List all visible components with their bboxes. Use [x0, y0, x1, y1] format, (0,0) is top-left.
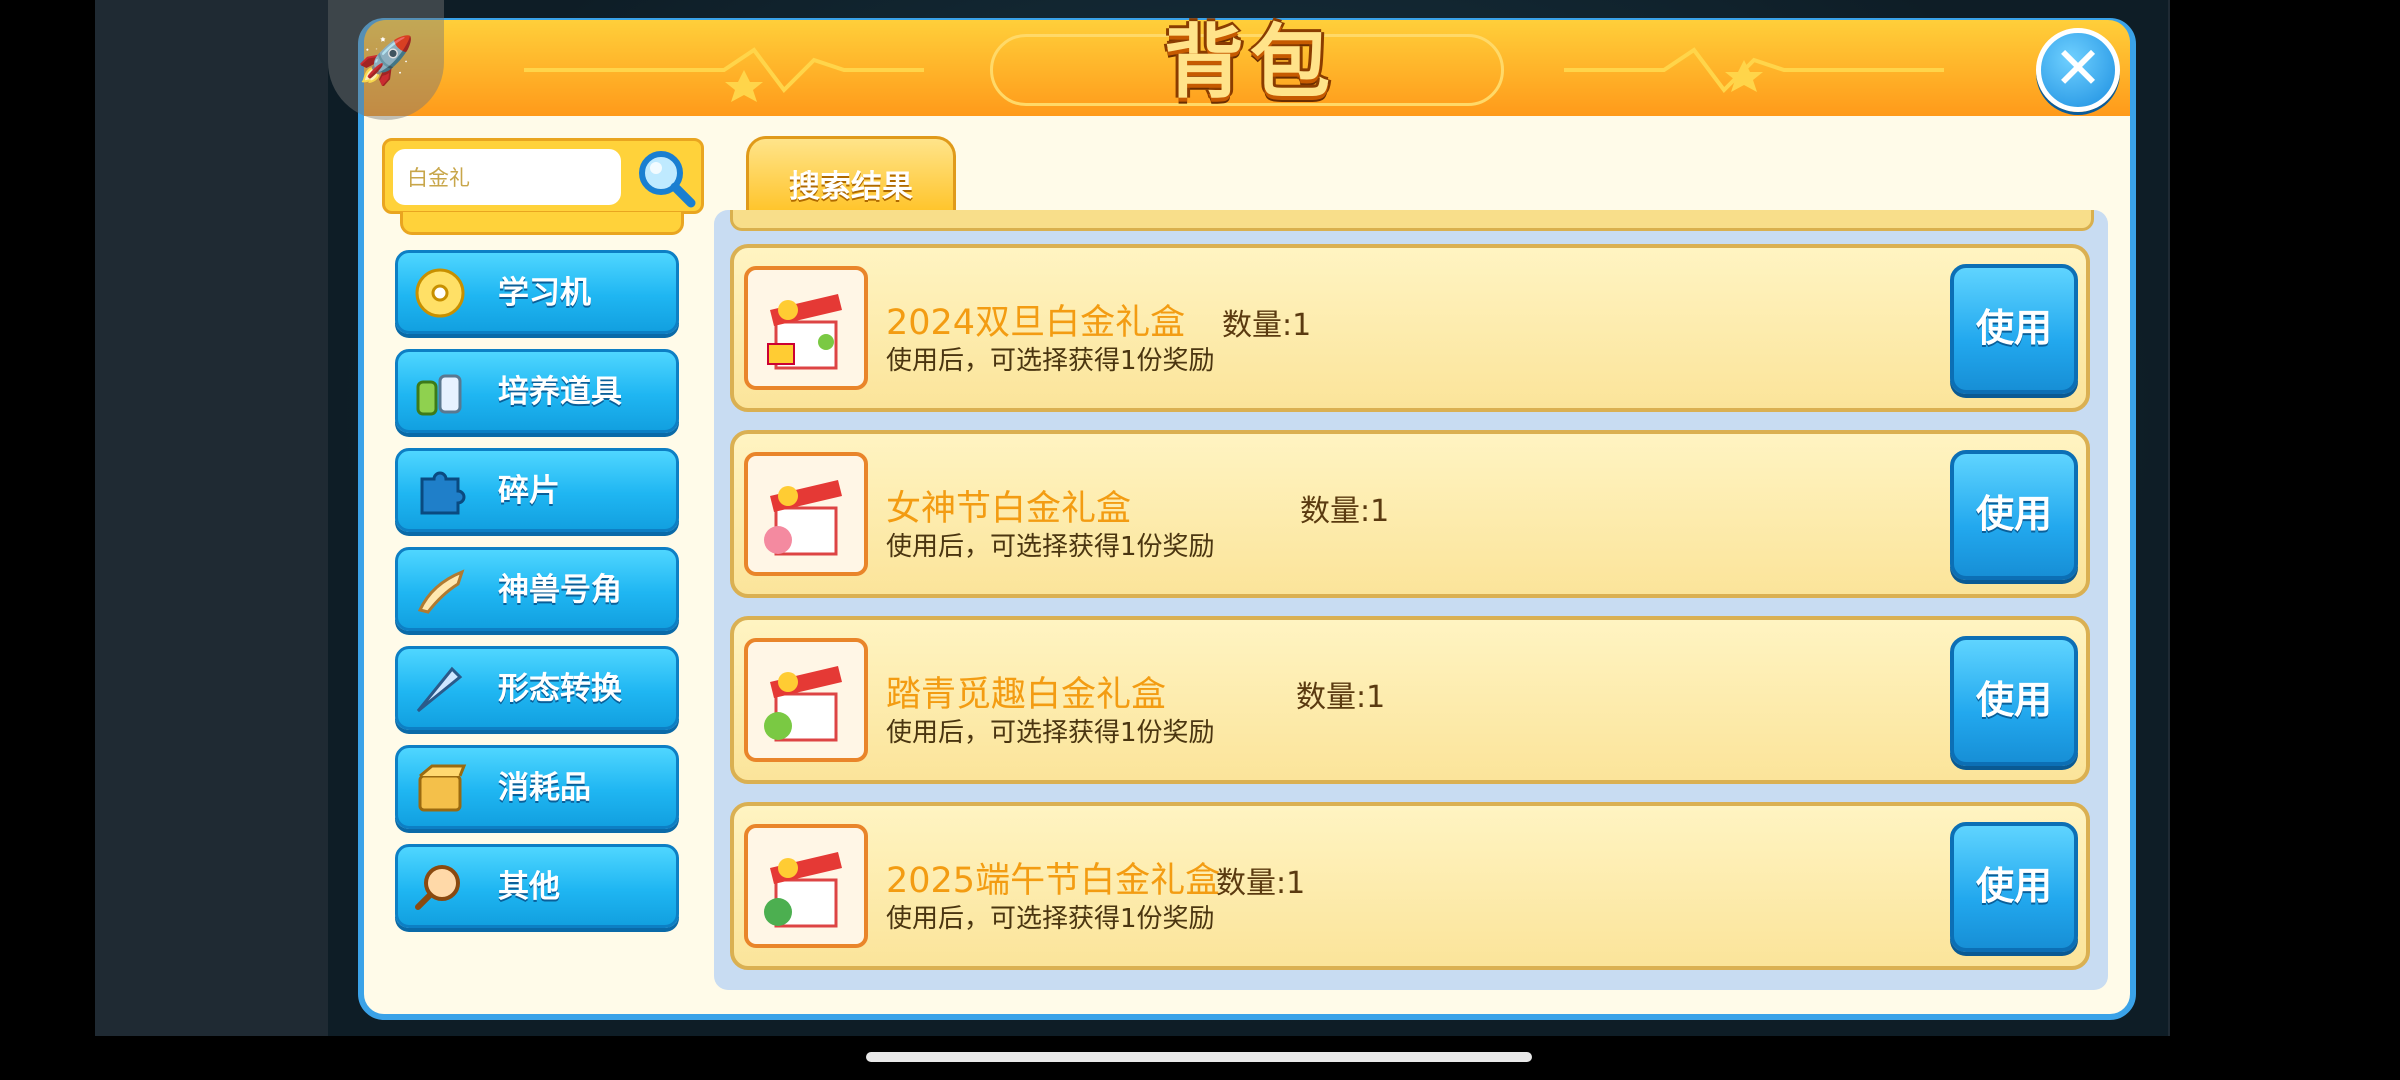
sidebar-item-label: 学习机	[498, 275, 591, 311]
search-icon[interactable]	[635, 147, 697, 209]
gift-box-icon	[744, 452, 868, 576]
sidebar-item-label: 形态转换	[498, 671, 622, 707]
sidebar-item-training-props[interactable]: 培养道具	[395, 349, 679, 433]
sidebar-item-fragments[interactable]: 碎片	[395, 448, 679, 532]
list-item-partial	[730, 210, 2094, 231]
puzzle-piece-icon	[420, 471, 466, 515]
item-description: 使用后，可选择获得1份奖励	[886, 904, 1215, 934]
item-name: 踏青觅趣白金礼盒	[886, 675, 1167, 715]
sidebar-item-form-change[interactable]: 形态转换	[395, 646, 679, 730]
list-item: 2024双旦白金礼盒 数量:1 使用后，可选择获得1份奖励 使用	[730, 244, 2090, 412]
item-name: 2025端午节白金礼盒	[886, 861, 1221, 901]
magnifier-icon	[415, 865, 460, 910]
tab-search-results[interactable]: 搜索结果	[746, 136, 956, 212]
item-quantity: 数量:1	[1216, 866, 1306, 901]
rocket-icon[interactable]: 🚀	[328, 0, 444, 120]
item-quantity: 数量:1	[1296, 680, 1386, 715]
use-button[interactable]: 使用	[1950, 822, 2078, 952]
list-item: 踏青觅趣白金礼盒 数量:1 使用后，可选择获得1份奖励 使用	[730, 616, 2090, 784]
item-description: 使用后，可选择获得1份奖励	[886, 718, 1215, 748]
list-item: 女神节白金礼盒 数量:1 使用后，可选择获得1份奖励 使用	[730, 430, 2090, 598]
list-item: 2025端午节白金礼盒 数量:1 使用后，可选择获得1份奖励 使用	[730, 802, 2090, 970]
sidebar-item-consumables[interactable]: 消耗品	[395, 745, 679, 829]
sidebar-item-label: 神兽号角	[498, 572, 622, 608]
item-quantity: 数量:1	[1222, 308, 1312, 343]
sidebar-item-label: 其他	[498, 869, 560, 905]
item-description: 使用后，可选择获得1份奖励	[886, 346, 1215, 376]
sidebar-item-study-machine[interactable]: 学习机	[395, 250, 679, 334]
home-indicator[interactable]	[866, 1052, 1532, 1062]
gift-box-icon	[744, 824, 868, 948]
item-name: 2024双旦白金礼盒	[886, 303, 1186, 343]
use-button[interactable]: 使用	[1950, 264, 2078, 394]
sidebar-item-label: 培养道具	[498, 374, 622, 410]
close-icon: ✕	[2053, 34, 2103, 102]
box-icon	[418, 764, 467, 812]
search-bar	[382, 138, 704, 214]
sidebar-item-label: 消耗品	[498, 770, 591, 806]
item-description: 使用后，可选择获得1份奖励	[886, 532, 1215, 562]
sidebar-item-other[interactable]: 其他	[395, 844, 679, 928]
page-title: 背包	[1164, 16, 1336, 109]
search-input[interactable]	[393, 149, 621, 205]
item-name: 女神节白金礼盒	[886, 489, 1132, 529]
use-button[interactable]: 使用	[1950, 450, 2078, 580]
close-button[interactable]: ✕	[2036, 28, 2120, 112]
gift-box-icon	[744, 638, 868, 762]
bottles-icon	[416, 374, 462, 416]
disc-icon	[415, 268, 465, 318]
sidebar-item-label: 碎片	[498, 473, 560, 509]
gift-box-icon	[744, 266, 868, 390]
sidebar-item-beast-horn[interactable]: 神兽号角	[395, 547, 679, 631]
category-sidebar: 学习机 培养道具 碎片 神兽号角 形态转换 消耗品 其他	[395, 218, 683, 940]
item-quantity: 数量:1	[1300, 494, 1390, 529]
horn-icon	[417, 569, 465, 614]
arrow-icon	[416, 666, 463, 713]
use-button[interactable]: 使用	[1950, 636, 2078, 766]
